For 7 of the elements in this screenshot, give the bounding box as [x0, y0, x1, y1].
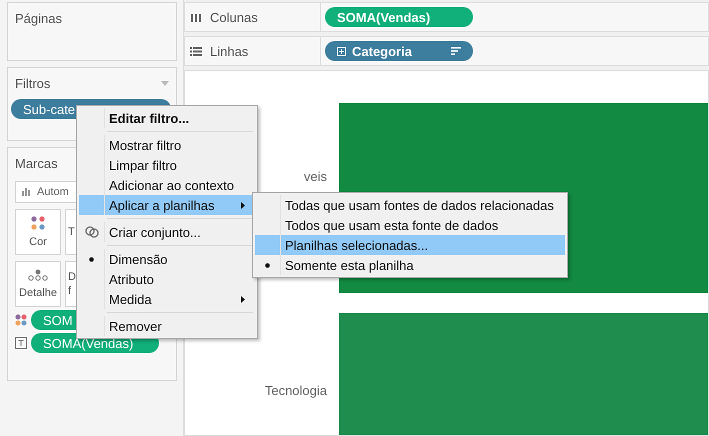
card-title: Filtros	[15, 76, 50, 91]
shelf-label: Linhas	[210, 44, 248, 58]
card-title: Páginas	[15, 11, 62, 26]
shelf-label: Colunas	[210, 10, 258, 24]
row-header: Tecnologia	[264, 383, 327, 398]
card-title: Marcas	[15, 156, 58, 171]
row-header: veis	[304, 169, 327, 184]
